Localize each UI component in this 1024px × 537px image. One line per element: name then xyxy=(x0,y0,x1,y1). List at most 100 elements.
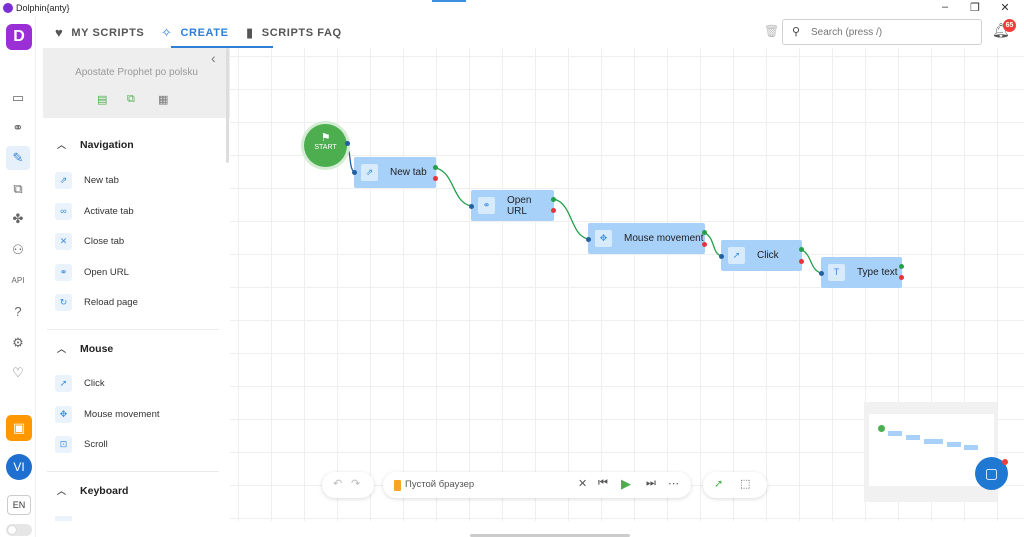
notification-badge: 65 xyxy=(1003,19,1016,32)
history-toolbar: ↶ ↷ xyxy=(322,472,374,498)
input-port[interactable] xyxy=(719,254,724,259)
node-new-tab[interactable]: ⇗ New tab xyxy=(354,157,436,188)
minimap[interactable] xyxy=(864,402,997,502)
start-node[interactable]: ⚑ START xyxy=(304,124,347,167)
settings-icon[interactable]: ⚙ xyxy=(9,334,27,352)
top-accent-line xyxy=(432,0,466,2)
tab-label: MY SCRIPTS xyxy=(71,26,145,39)
block-label: Click xyxy=(84,378,105,389)
link-icon: ⚭ xyxy=(478,197,495,214)
section-mouse[interactable]: ︿ Mouse xyxy=(57,342,113,355)
success-port[interactable] xyxy=(799,247,804,252)
search-input[interactable] xyxy=(811,24,971,40)
move-icon: ✥ xyxy=(55,406,72,423)
minimize-icon[interactable]: – xyxy=(930,1,960,13)
pointer-icon[interactable]: ➚ xyxy=(714,477,723,490)
block-new-tab[interactable]: ⇗ New tab xyxy=(55,172,119,189)
tab-label: CREATE xyxy=(180,27,229,39)
cursor-click-icon: ➚ xyxy=(728,247,745,264)
section-navigation[interactable]: ︿ Navigation xyxy=(57,138,134,151)
block-scroll[interactable]: ⊡ Scroll xyxy=(55,436,108,453)
error-port[interactable] xyxy=(899,275,904,280)
block-activate-tab[interactable]: ∞ Activate tab xyxy=(55,203,134,220)
app-logo[interactable]: D xyxy=(6,24,32,50)
more-icon[interactable]: ⋯ xyxy=(668,477,679,490)
block-close-tab[interactable]: ✕ Close tab xyxy=(55,233,124,250)
browser-select[interactable]: Пустой браузер xyxy=(405,479,474,490)
extensions-icon[interactable]: ✤ xyxy=(9,210,27,228)
error-port[interactable] xyxy=(433,176,438,181)
block-mouse-movement[interactable]: ✥ Mouse movement xyxy=(55,406,160,423)
close-icon[interactable]: ✕ xyxy=(990,1,1020,14)
error-port[interactable] xyxy=(551,208,556,213)
input-port[interactable] xyxy=(352,170,357,175)
start-output-port[interactable] xyxy=(345,141,350,146)
users-icon[interactable]: ⚇ xyxy=(9,241,27,259)
browser-icon[interactable]: ▭ xyxy=(9,89,27,107)
chevron-up-icon: ︿ xyxy=(57,140,67,150)
script-header: Apostate Prophet po polsku ‹ ▤ ⧉ ▦ xyxy=(43,48,230,118)
player-toolbar: Пустой браузер ✕ ⏮ ▶ ⏭ ⋯ xyxy=(383,472,691,498)
section-keyboard[interactable]: ︿ Keyboard xyxy=(57,484,128,497)
input-port[interactable] xyxy=(819,271,824,276)
copy-icon[interactable]: ⧉ xyxy=(9,180,27,198)
api-icon[interactable]: API xyxy=(9,272,27,290)
error-port[interactable] xyxy=(799,259,804,264)
language-selector[interactable]: EN xyxy=(7,495,31,515)
maximize-icon[interactable]: ❐ xyxy=(960,1,990,14)
input-port[interactable] xyxy=(586,237,591,242)
flow-canvas[interactable]: ⚑ START ⇗ New tab ⚭ Open URL ✥ Mouse mov… xyxy=(230,48,1024,521)
node-open-url[interactable]: ⚭ Open URL xyxy=(471,190,554,221)
node-click[interactable]: ➚ Click xyxy=(721,240,802,271)
duplicate-icon[interactable]: ⧉ xyxy=(127,93,135,106)
tab-scripts-faq[interactable]: ▮ SCRIPTS FAQ xyxy=(246,25,342,41)
block-click[interactable]: ➚ Click xyxy=(55,375,105,392)
connector-newtab-openurl xyxy=(435,167,472,207)
minimap-start xyxy=(878,425,885,432)
theme-toggle[interactable] xyxy=(6,524,32,536)
redo-icon[interactable]: ↷ xyxy=(351,477,360,490)
play-icon[interactable]: ▶ xyxy=(621,476,631,492)
minimap-node xyxy=(924,439,943,444)
panel-scrollbar[interactable] xyxy=(226,48,229,163)
divider xyxy=(47,471,219,472)
heart-icon: ♥ xyxy=(55,25,64,40)
undo-icon[interactable]: ↶ xyxy=(333,477,342,490)
script-name[interactable]: Apostate Prophet po polsku xyxy=(43,67,230,78)
node-type-text[interactable]: T Type text xyxy=(821,257,902,288)
help-icon[interactable]: ? xyxy=(9,303,27,321)
select-area-icon[interactable]: ⬚ xyxy=(740,477,750,490)
success-port[interactable] xyxy=(551,197,556,202)
move-icon: ✥ xyxy=(595,230,612,247)
step-forward-icon[interactable]: ⏭ xyxy=(646,477,656,490)
avatar[interactable]: VI xyxy=(6,454,32,480)
trash-icon[interactable]: 🗑 xyxy=(764,24,779,38)
link-icon[interactable]: ⚭ xyxy=(9,119,27,137)
close-icon: ✕ xyxy=(55,233,72,250)
cursor-click-icon: ➚ xyxy=(55,375,72,392)
connector-mouse-click xyxy=(704,232,722,257)
tab-create[interactable]: ✧ CREATE xyxy=(161,25,229,41)
skip-back-icon[interactable]: ⏮ xyxy=(598,477,608,490)
details-icon[interactable]: ▦ xyxy=(158,93,168,106)
block-open-url[interactable]: ⚭ Open URL xyxy=(55,264,129,281)
node-mouse-movement[interactable]: ✥ Mouse movement xyxy=(588,223,705,254)
success-port[interactable] xyxy=(433,165,438,170)
tab-label: SCRIPTS FAQ xyxy=(261,27,342,39)
block-reload-page[interactable]: ↻ Reload page xyxy=(55,294,138,311)
success-port[interactable] xyxy=(702,230,707,235)
reload-icon: ↻ xyxy=(55,294,72,311)
idea-icon[interactable]: ♡ xyxy=(9,364,27,382)
tab-my-scripts[interactable]: ♥ MY SCRIPTS xyxy=(55,25,144,40)
input-port[interactable] xyxy=(469,204,474,209)
error-port[interactable] xyxy=(702,242,707,247)
chat-unread-dot xyxy=(1002,459,1008,465)
clear-icon[interactable]: ✕ xyxy=(578,477,587,490)
search-box[interactable]: ⚲ xyxy=(782,19,982,45)
collapse-panel-icon[interactable]: ‹ xyxy=(211,50,216,66)
section-title: Mouse xyxy=(80,342,114,355)
save-icon[interactable]: ▤ xyxy=(97,93,107,106)
success-port[interactable] xyxy=(899,264,904,269)
scripts-icon[interactable]: ✎ xyxy=(6,146,30,170)
wallet-icon[interactable]: ▣ xyxy=(6,415,32,441)
